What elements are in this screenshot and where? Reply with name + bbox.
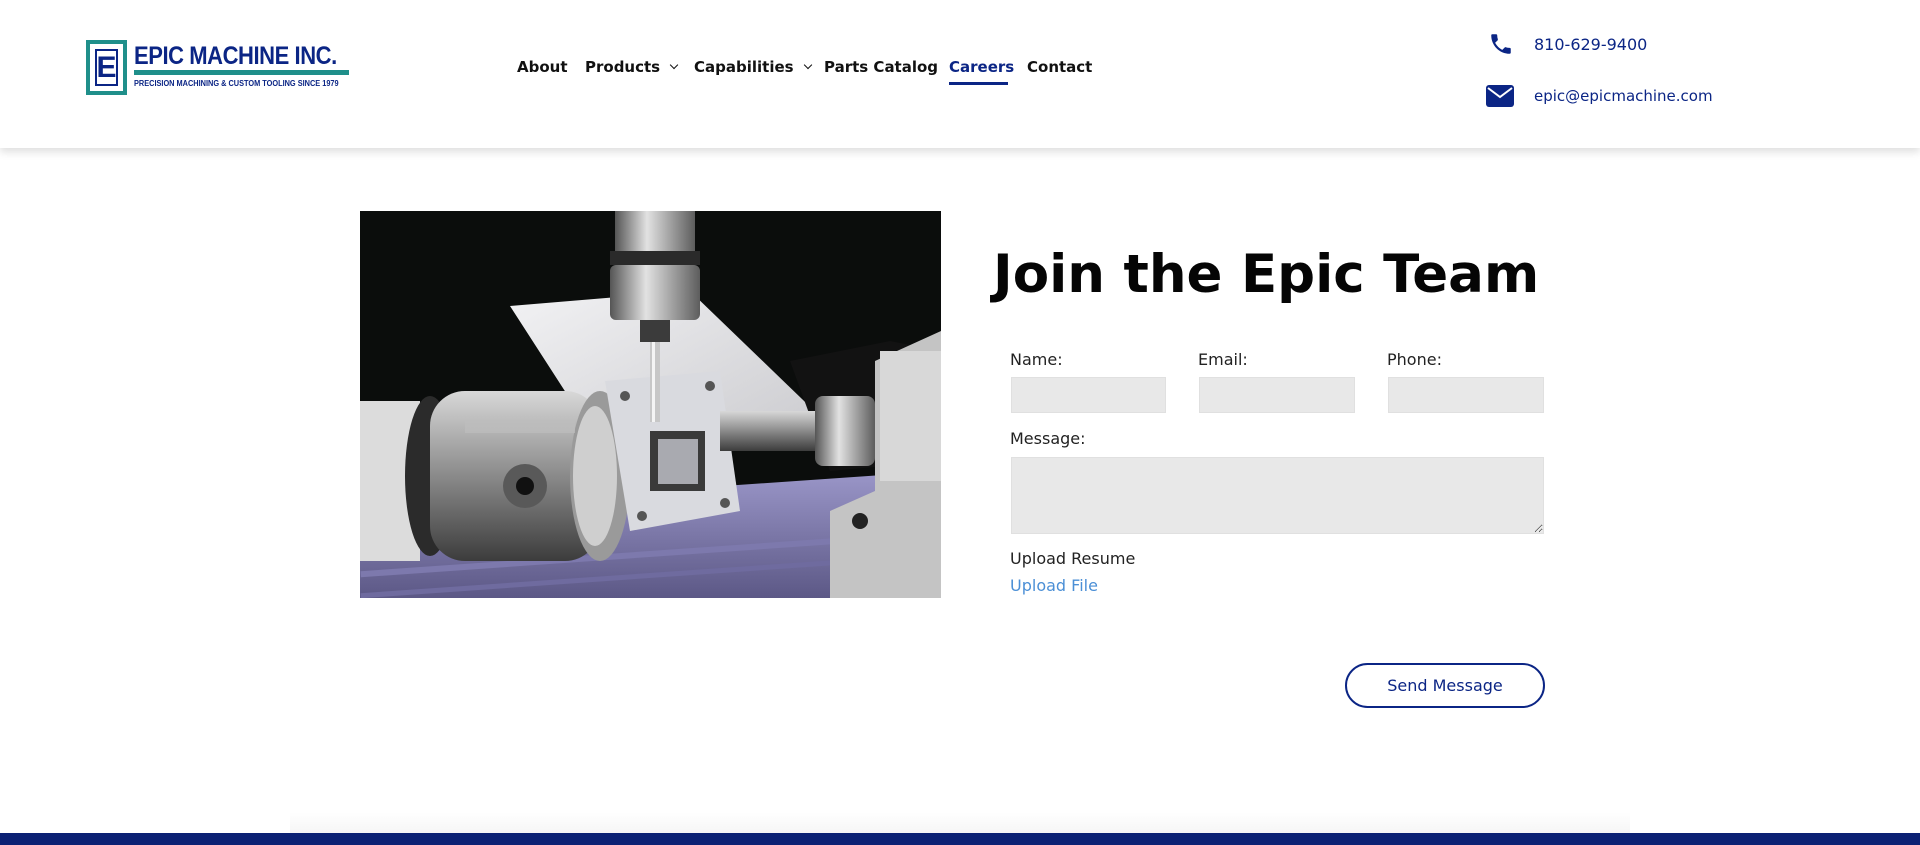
nav-contact-label: Contact xyxy=(1027,58,1093,76)
logo-mark: E xyxy=(86,40,127,95)
nav-parts-catalog[interactable]: Parts Catalog xyxy=(824,58,938,76)
upload-file-link[interactable]: Upload File xyxy=(1010,576,1098,595)
nav-capabilities-label: Capabilities xyxy=(694,58,794,76)
email-address[interactable]: epic@epicmachine.com xyxy=(1534,87,1713,105)
nav-capabilities[interactable]: Capabilities xyxy=(694,58,812,76)
logo-letter: E xyxy=(96,50,117,84)
phone-icon xyxy=(1491,34,1511,54)
message-field[interactable] xyxy=(1011,457,1544,534)
logo-divider xyxy=(134,70,349,75)
send-message-button[interactable]: Send Message xyxy=(1345,663,1545,708)
page-heading: Join the Epic Team xyxy=(993,244,1540,305)
header-email[interactable]: epic@epicmachine.com xyxy=(1486,85,1713,107)
chevron-down-icon xyxy=(669,60,679,70)
nav-parts-catalog-label: Parts Catalog xyxy=(824,58,939,76)
nav-contact[interactable]: Contact xyxy=(1027,58,1092,76)
cnc-machining-photo xyxy=(360,211,941,598)
nav-products-label: Products xyxy=(585,58,661,76)
nav-careers-label: Careers xyxy=(949,58,1015,76)
active-nav-indicator xyxy=(949,82,1008,85)
email-label: Email: xyxy=(1198,350,1248,369)
email-field[interactable] xyxy=(1199,377,1355,413)
nav-about-label: About xyxy=(517,58,568,76)
site-header: E EPIC MACHINE INC. PRECISION MACHINING … xyxy=(0,0,1920,148)
logo-tagline: PRECISION MACHINING & CUSTOM TOOLING SIN… xyxy=(134,79,339,88)
nav-careers[interactable]: Careers xyxy=(949,58,1014,76)
name-label: Name: xyxy=(1010,350,1063,369)
footer-bar xyxy=(0,833,1920,845)
nav-products[interactable]: Products xyxy=(585,58,679,76)
logo-title: EPIC MACHINE INC. xyxy=(134,42,337,70)
phone-label: Phone: xyxy=(1387,350,1442,369)
phone-number[interactable]: 810-629-9400 xyxy=(1534,35,1647,54)
epic-machine-logo[interactable]: E EPIC MACHINE INC. PRECISION MACHINING … xyxy=(86,40,350,96)
footer-shadow xyxy=(290,812,1630,834)
header-phone[interactable]: 810-629-9400 xyxy=(1488,31,1647,57)
name-field[interactable] xyxy=(1011,377,1166,413)
message-label: Message: xyxy=(1010,429,1086,448)
phone-field[interactable] xyxy=(1388,377,1544,413)
upload-resume-label: Upload Resume xyxy=(1010,549,1136,568)
chevron-down-icon xyxy=(803,60,812,70)
envelope-icon xyxy=(1486,85,1514,107)
nav-about[interactable]: About xyxy=(517,58,568,76)
